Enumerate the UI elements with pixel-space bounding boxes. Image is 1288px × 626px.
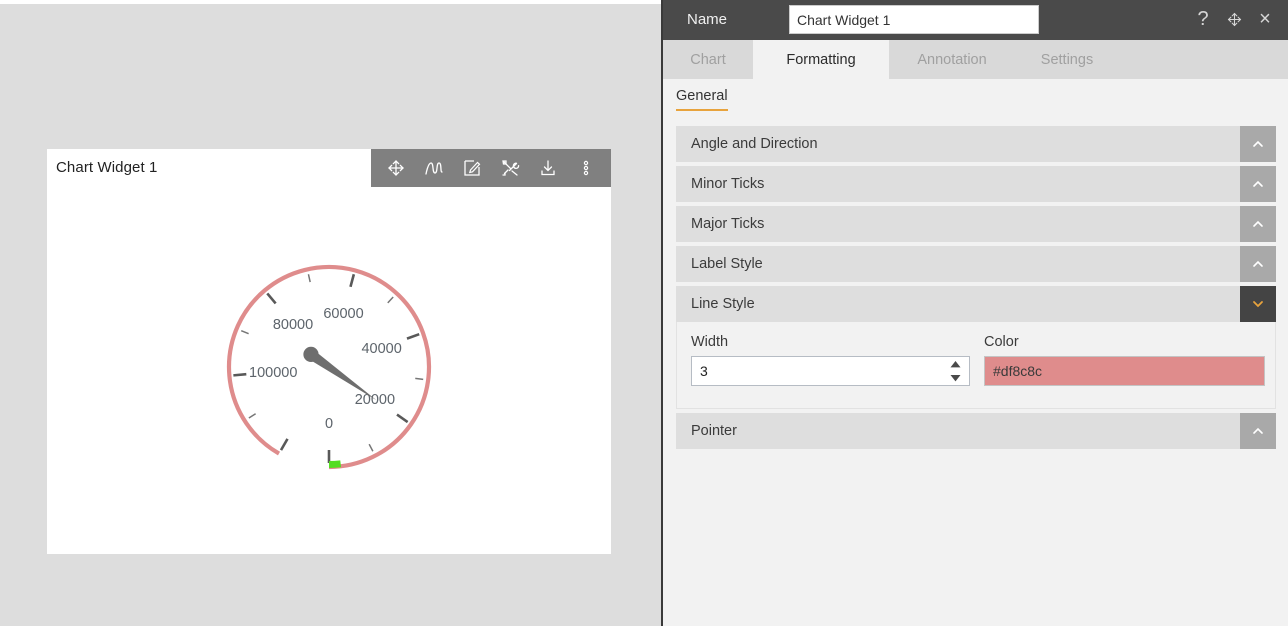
width-input[interactable]	[692, 357, 937, 385]
section-header[interactable]: Major Ticks	[676, 206, 1276, 242]
gauge-minor-tick	[241, 331, 248, 334]
gauge-tick-label: 80000	[273, 317, 313, 333]
section-angle-and-direction: Angle and Direction	[676, 126, 1276, 162]
gauge-needle-hub	[303, 347, 318, 362]
chevron-up-icon[interactable]	[1240, 413, 1276, 449]
section-body: Width Color	[676, 322, 1276, 409]
dashboard-canvas[interactable]: Chart Widget 1	[0, 0, 663, 626]
section-title: Major Ticks	[691, 216, 764, 232]
gauge-needle-body	[308, 350, 377, 400]
color-input[interactable]	[984, 356, 1265, 386]
gauge-minor-tick	[369, 444, 373, 451]
gauge-tick-label: 0	[325, 416, 333, 432]
chevron-up-icon[interactable]	[1240, 126, 1276, 162]
section-major-ticks: Major Ticks	[676, 206, 1276, 242]
tab-label: Annotation	[917, 52, 986, 68]
width-stepper[interactable]	[947, 361, 963, 382]
section-title: Minor Ticks	[691, 176, 764, 192]
section-label-style: Label Style	[676, 246, 1276, 282]
tools-wrench-icon[interactable]	[497, 155, 523, 181]
tab-settings[interactable]: Settings	[1015, 40, 1119, 79]
section-title: Angle and Direction	[691, 136, 818, 152]
panel-header: Name ? ×	[663, 0, 1288, 40]
gauge-major-tick	[267, 293, 275, 303]
tab-label: Chart	[690, 52, 725, 68]
section-header[interactable]: Label Style	[676, 246, 1276, 282]
widget-name-input[interactable]	[789, 5, 1039, 34]
color-label: Color	[984, 334, 1265, 350]
gauge-minor-tick	[308, 274, 310, 282]
tab-label: Settings	[1041, 52, 1093, 68]
gauge-minor-tick	[415, 378, 423, 379]
gauge-minor-tick	[249, 414, 256, 418]
more-vertical-icon[interactable]	[573, 155, 599, 181]
tab-formatting[interactable]: Formatting	[753, 40, 889, 79]
section-line-style: Line Style Width Color	[676, 286, 1276, 409]
chevron-up-icon[interactable]	[1240, 206, 1276, 242]
subnav-item-general[interactable]: General	[676, 88, 728, 111]
gauge-minor-tick	[388, 297, 393, 303]
width-input-wrapper[interactable]	[691, 356, 970, 386]
gauge-major-tick	[233, 374, 246, 375]
properties-panel: Name ? ×	[663, 0, 1288, 626]
tab-annotation[interactable]: Annotation	[889, 40, 1015, 79]
panel-tabs: Chart Formatting Annotation Settings	[663, 40, 1288, 79]
move-arrows-icon[interactable]	[383, 155, 409, 181]
gauge-tick-label: 40000	[361, 341, 401, 357]
name-field-label: Name	[687, 11, 727, 28]
tab-label: Formatting	[786, 52, 855, 68]
section-header[interactable]: Minor Ticks	[676, 166, 1276, 202]
section-minor-ticks: Minor Ticks	[676, 166, 1276, 202]
gauge-tick-label: 60000	[323, 306, 363, 322]
tab-chart[interactable]: Chart	[663, 40, 753, 79]
section-title: Pointer	[691, 423, 737, 439]
gauge-range-marker	[329, 464, 341, 465]
width-label: Width	[691, 334, 970, 350]
section-title: Label Style	[691, 256, 763, 272]
field-width: Width	[691, 334, 970, 386]
close-icon[interactable]: ×	[1254, 7, 1276, 31]
formatting-accordion: Angle and Direction Minor Ticks Major Tick…	[676, 126, 1276, 453]
edit-pencil-icon[interactable]	[459, 155, 485, 181]
section-title: Line Style	[691, 296, 755, 312]
widget-title: Chart Widget 1	[56, 159, 157, 176]
section-pointer: Pointer	[676, 413, 1276, 449]
chevron-up-icon[interactable]	[1240, 246, 1276, 282]
panel-subnav: General	[663, 79, 1288, 117]
section-header[interactable]: Line Style	[676, 286, 1276, 322]
gauge-major-tick	[350, 274, 353, 287]
gauge-tick-label: 20000	[355, 392, 395, 408]
gauge-chart[interactable]: 0 20000 40000 60000 80000 100000	[47, 187, 611, 554]
help-icon[interactable]: ?	[1192, 7, 1214, 31]
panel-header-actions: ? ×	[1192, 7, 1276, 31]
move-arrows-icon[interactable]	[1223, 7, 1245, 31]
scribble-icon[interactable]	[421, 155, 447, 181]
gauge-tick-label: 100000	[249, 365, 297, 381]
section-header[interactable]: Pointer	[676, 413, 1276, 449]
help-glyph: ?	[1197, 9, 1208, 29]
download-icon[interactable]	[535, 155, 561, 181]
gauge-major-tick	[407, 334, 419, 338]
chevron-down-icon[interactable]	[1240, 286, 1276, 322]
field-color: Color	[984, 334, 1265, 386]
section-header[interactable]: Angle and Direction	[676, 126, 1276, 162]
chevron-up-icon[interactable]	[1240, 166, 1276, 202]
close-glyph: ×	[1259, 9, 1271, 29]
chart-widget-card[interactable]: Chart Widget 1	[47, 149, 611, 554]
widget-toolbar	[371, 149, 611, 187]
gauge-major-tick	[397, 415, 408, 422]
gauge-major-tick	[281, 439, 288, 450]
